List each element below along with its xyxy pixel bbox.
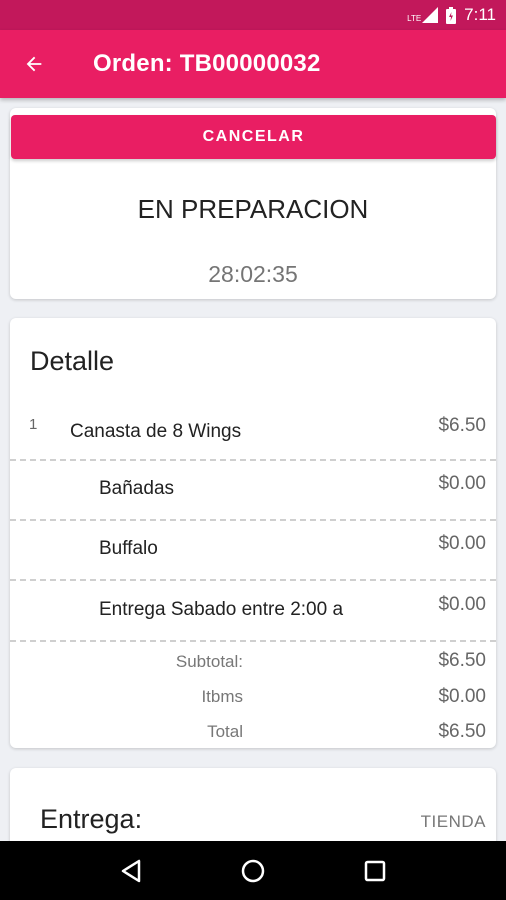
list-item: 1 Canasta de 8 Wings $6.50 xyxy=(10,415,496,456)
item-price: $0.00 xyxy=(438,473,486,494)
item-divider xyxy=(10,579,496,581)
delivery-value: TIENDA xyxy=(420,812,486,831)
subtotal-value: $6.50 xyxy=(438,650,486,671)
total-row: Total $6.50 xyxy=(10,720,496,744)
item-name: Entrega Sabado entre 2:00 a xyxy=(99,599,344,620)
item-price: $0.00 xyxy=(438,533,486,554)
item-price: $0.00 xyxy=(438,594,486,615)
status-time: 7:11 xyxy=(464,5,496,24)
item-divider xyxy=(10,519,496,521)
nav-recents-icon xyxy=(364,860,386,881)
nav-back-button[interactable] xyxy=(111,851,151,891)
total-label: Total xyxy=(207,722,243,741)
item-name: Buffalo xyxy=(99,538,158,559)
lte-label: LTE xyxy=(407,14,422,23)
order-timer: 28:02:35 xyxy=(208,261,298,287)
item-divider xyxy=(10,640,496,642)
order-detail-card: Detalle 1 Canasta de 8 Wings $6.50 Bañad… xyxy=(10,318,496,748)
tax-label: Itbms xyxy=(201,687,243,706)
status-bar: LTE 7:11 xyxy=(0,0,506,30)
order-status-text: EN PREPARACION xyxy=(137,194,369,224)
arrow-back-icon xyxy=(26,56,42,72)
cancel-button[interactable]: CANCELAR xyxy=(11,115,496,159)
item-price: $6.50 xyxy=(438,415,486,436)
app-bar: Orden: TB00000032 xyxy=(0,30,506,98)
item-name: Bañadas xyxy=(99,478,175,499)
list-item: Entrega Sabado entre 2:00 a $0.00 xyxy=(10,594,496,634)
tax-value: $0.00 xyxy=(438,686,486,707)
list-item: Buffalo $0.00 xyxy=(10,533,496,573)
status-icons: LTE 7:11 xyxy=(407,5,496,25)
page-title: Orden: TB00000032 xyxy=(93,50,321,77)
nav-home-icon xyxy=(241,859,265,882)
order-status-card: CANCELAR EN PREPARACION 28:02:35 xyxy=(10,108,496,299)
item-quantity: 1 xyxy=(29,416,38,433)
lte-signal-icon: LTE xyxy=(407,7,439,23)
back-button[interactable] xyxy=(14,46,54,82)
subtotal-label: Subtotal: xyxy=(175,652,243,671)
nav-home-button[interactable] xyxy=(233,851,273,891)
nav-back-icon xyxy=(121,859,141,882)
delivery-label: Entrega: xyxy=(40,804,143,834)
system-nav-bar xyxy=(0,841,506,900)
detail-title: Detalle xyxy=(30,346,115,376)
tax-row: Itbms $0.00 xyxy=(10,686,496,710)
total-value: $6.50 xyxy=(438,721,486,742)
subtotal-row: Subtotal: $6.50 xyxy=(10,649,496,673)
nav-recents-button[interactable] xyxy=(355,851,395,891)
item-name: Canasta de 8 Wings xyxy=(70,421,242,442)
battery-icon xyxy=(446,6,457,24)
item-divider xyxy=(10,459,496,461)
list-item: Bañadas $0.00 xyxy=(10,473,496,513)
